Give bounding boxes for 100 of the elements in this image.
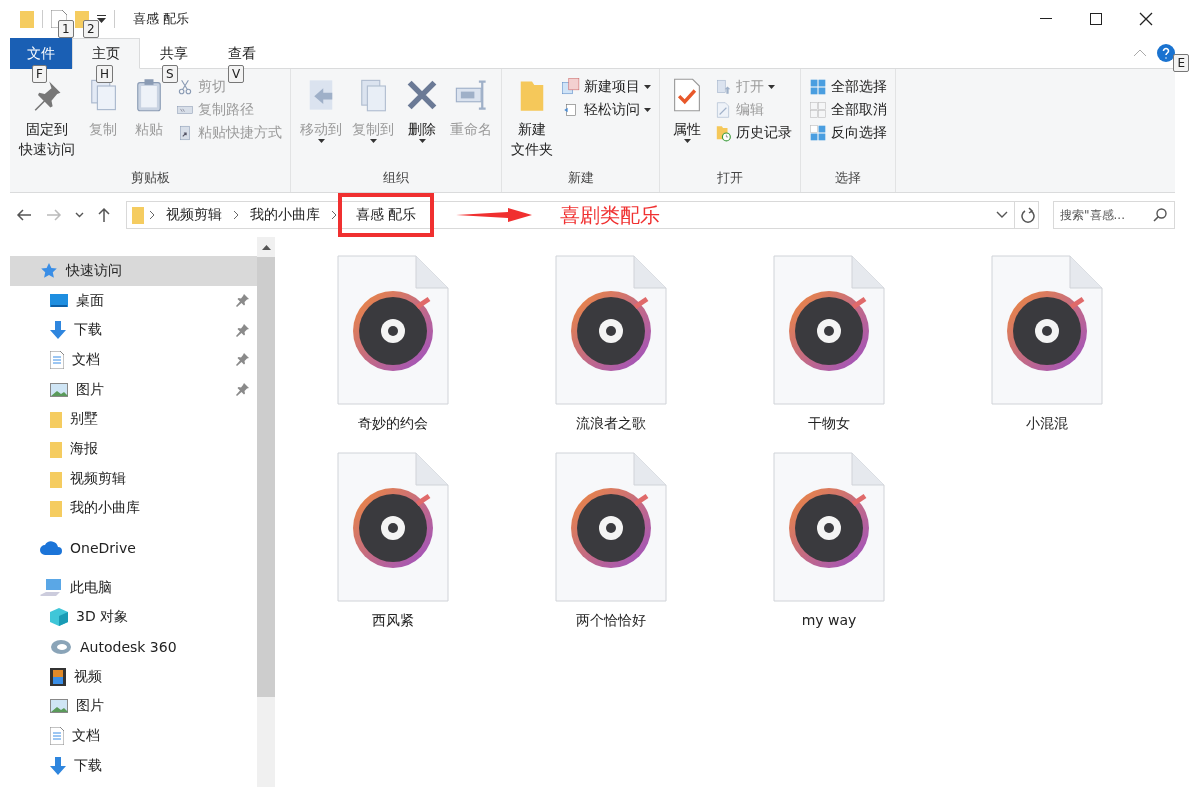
key-tip: 1 [58, 20, 74, 38]
address-bar[interactable] [126, 201, 1039, 229]
chevron-icon [330, 210, 338, 220]
sidebar-item[interactable]: OneDrive [10, 533, 257, 563]
file-item[interactable]: 奇妙的约会 [293, 255, 493, 452]
up-arrow-icon[interactable] [98, 207, 110, 223]
scrollbar-thumb[interactable] [257, 257, 275, 697]
rename-icon [453, 77, 489, 113]
scrollbar[interactable] [257, 237, 275, 787]
star-icon [40, 261, 58, 280]
cloud-icon [40, 541, 62, 556]
ribbon-tab[interactable]: 主页 [72, 38, 140, 69]
sidebar-item[interactable]: 图片 [10, 374, 257, 405]
dropdown-icon[interactable] [97, 15, 106, 23]
file-item[interactable]: 西风紧 [293, 452, 493, 649]
group-label: 组织 [383, 169, 409, 187]
key-tip: F [32, 65, 47, 83]
minimize-icon[interactable] [1040, 18, 1052, 20]
sidebar-item[interactable]: 图片 [10, 691, 257, 722]
document-icon [50, 350, 64, 369]
ribbon-button[interactable]: 历史记录 [712, 123, 794, 143]
breadcrumb[interactable]: 视频剪辑 [160, 203, 228, 227]
sidebar-item[interactable]: 下载 [10, 315, 257, 346]
sidebar-item[interactable]: 视频剪辑 [10, 463, 257, 494]
download-arrow-icon [50, 756, 66, 775]
maximize-icon[interactable] [1090, 13, 1102, 25]
group-label: 打开 [717, 169, 743, 187]
folder-icon [20, 10, 34, 28]
music-file-icon [555, 452, 667, 602]
ribbon-button[interactable]: 全部选择 [807, 77, 889, 97]
music-file-icon [555, 255, 667, 405]
folder-icon [50, 499, 62, 518]
ribbon-button[interactable]: 属性 [666, 75, 708, 168]
folder-icon [50, 469, 62, 488]
back-arrow-icon[interactable] [16, 209, 32, 221]
ribbon-button[interactable]: 删除 [401, 75, 443, 168]
file-item[interactable]: my way [729, 452, 929, 649]
computer-icon [40, 578, 62, 597]
history-icon [714, 124, 732, 142]
folder-icon [132, 206, 144, 224]
monitor-icon [50, 293, 68, 308]
music-file-icon [337, 452, 449, 602]
swirl-icon [50, 639, 72, 656]
group-label: 剪贴板 [130, 169, 170, 187]
folder-icon [50, 410, 62, 429]
image-icon [50, 382, 68, 397]
search-field[interactable]: 搜索"喜感... [1053, 201, 1175, 229]
ribbon-button[interactable]: 全部取消 [807, 100, 889, 120]
document-icon [50, 727, 64, 746]
sidebar-item[interactable]: 桌面 [10, 285, 257, 316]
close-icon[interactable] [1139, 12, 1153, 26]
annotation-text: 喜剧类配乐 [560, 201, 661, 229]
music-file-icon [991, 255, 1103, 405]
sidebar-item[interactable]: 文档 [10, 721, 257, 751]
chevron-icon [232, 210, 240, 220]
film-icon [50, 667, 66, 686]
sidebar-item[interactable]: 此电脑 [10, 572, 257, 603]
group-label: 新建 [567, 169, 594, 187]
scroll-up-icon[interactable] [261, 244, 271, 250]
new-item-icon [562, 78, 580, 96]
sidebar-item[interactable]: 快速访问 [10, 256, 257, 286]
chevron-down-icon[interactable] [74, 212, 84, 218]
file-item[interactable]: 小混混 [947, 255, 1147, 452]
sidebar-item[interactable]: Autodesk 360 [10, 632, 257, 662]
file-item[interactable]: 干物女 [729, 255, 929, 452]
sidebar-item[interactable]: 3D 对象 [10, 602, 257, 633]
help-icon[interactable] [1157, 44, 1175, 62]
ribbon-tab[interactable]: 文件 [10, 38, 72, 69]
sidebar-item[interactable]: 海报 [10, 434, 257, 464]
file-item[interactable]: 两个恰恰好 [511, 452, 711, 649]
music-file-icon [337, 255, 449, 405]
breadcrumb[interactable]: 喜感 配乐 [338, 193, 435, 237]
edit-icon [714, 101, 732, 119]
ribbon-button[interactable]: 轻松访问 [560, 100, 653, 120]
ribbon-button[interactable]: 新建项目 [560, 77, 653, 97]
image-icon [50, 699, 68, 714]
ribbon-button[interactable]: 反向选择 [807, 123, 889, 143]
music-file-icon [773, 452, 885, 602]
invert-selection-icon [809, 124, 827, 142]
sidebar-item[interactable]: 视频 [10, 661, 257, 692]
key-tip: 2 [83, 20, 99, 38]
sidebar-item[interactable]: 下载 [10, 751, 257, 781]
sidebar-item[interactable]: 别墅 [10, 404, 257, 435]
key-tip: H [96, 65, 114, 83]
ribbon-button[interactable]: 新建 文件夹 [508, 75, 556, 168]
folder-icon [50, 439, 62, 458]
search-icon [1153, 208, 1167, 222]
key-tip: V [228, 65, 245, 83]
open-icon [714, 78, 732, 96]
select-none-icon [809, 101, 827, 119]
breadcrumb[interactable]: 我的小曲库 [244, 203, 326, 227]
cube-icon [50, 608, 68, 627]
sidebar-item[interactable]: 我的小曲库 [10, 493, 257, 524]
chevron-down-icon[interactable] [996, 211, 1008, 219]
sidebar-item[interactable]: 文档 [10, 345, 257, 375]
select-all-icon [809, 78, 827, 96]
download-arrow-icon [50, 321, 66, 340]
window-title: 喜感 配乐 [133, 10, 190, 28]
file-item[interactable]: 流浪者之歌 [511, 255, 711, 452]
refresh-icon[interactable] [1019, 207, 1035, 223]
